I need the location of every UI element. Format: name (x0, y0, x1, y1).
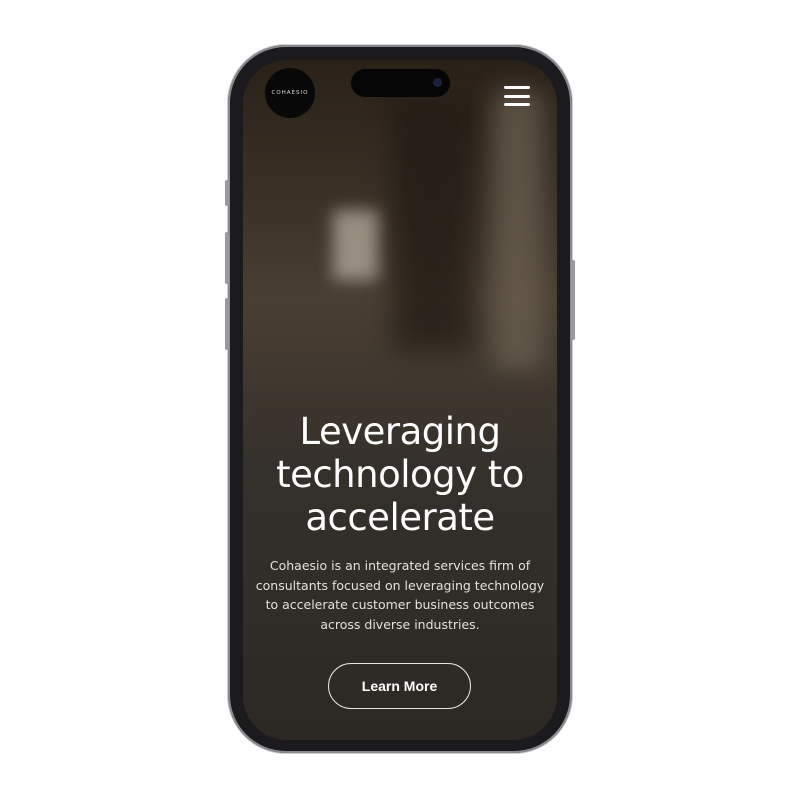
volume-up-button (225, 232, 229, 284)
hero-background-pillar (493, 90, 543, 370)
hero-description: Cohaesio is an integrated services firm … (255, 558, 545, 632)
hamburger-icon[interactable] (504, 86, 530, 106)
hero-title: Leveraging technology to accelerate (276, 410, 524, 539)
camera-icon (433, 78, 442, 87)
volume-down-button (225, 298, 229, 350)
logo-text: COHAESIO (271, 90, 309, 96)
phone-screen: COHAESIO Leveraging technology to accele… (243, 60, 557, 740)
logo[interactable]: COHAESIO (265, 68, 315, 118)
hero-background-figure (333, 210, 378, 280)
learn-more-button[interactable]: Learn More (328, 663, 471, 709)
power-button (571, 260, 575, 340)
action-button (225, 180, 229, 206)
hero-background (393, 100, 473, 350)
dynamic-island (351, 69, 450, 97)
